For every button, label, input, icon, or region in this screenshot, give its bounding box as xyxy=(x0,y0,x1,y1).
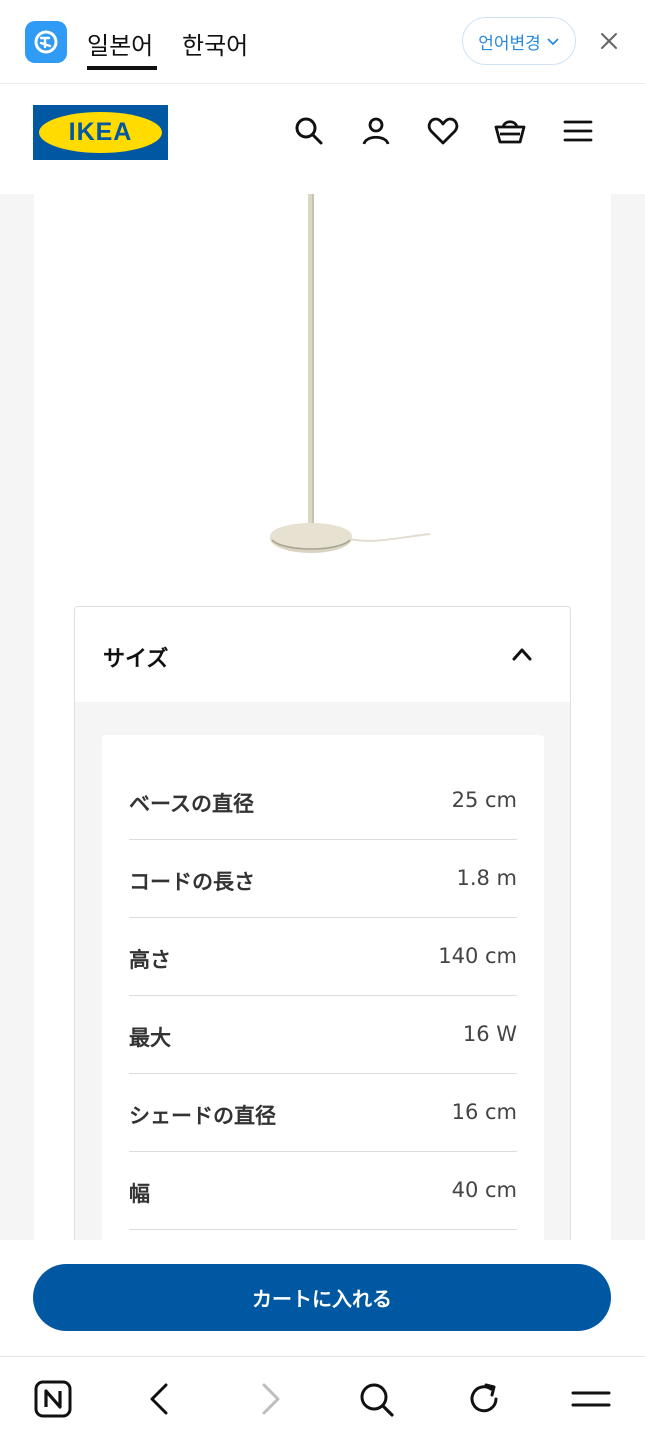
size-spec-card: ベースの直径 25 cm コードの長さ 1.8 m 高さ 140 cm 最大 1… xyxy=(102,735,544,1240)
spec-label: コードの長さ xyxy=(129,870,255,894)
size-section-title: サイズ xyxy=(103,647,169,672)
change-language-button[interactable]: 언어변경 xyxy=(462,17,576,65)
tab-korean[interactable]: 한국어 xyxy=(182,26,248,61)
page-gutter-left xyxy=(0,194,34,1240)
account-icon[interactable] xyxy=(360,115,392,147)
heart-icon[interactable] xyxy=(427,115,459,147)
spec-value: 25 cm xyxy=(451,788,517,812)
chevron-down-icon xyxy=(547,38,559,46)
naver-icon[interactable] xyxy=(33,1379,73,1419)
spec-row: 高さ 140 cm xyxy=(129,918,517,996)
cart-bar: カートに入れる xyxy=(0,1240,645,1356)
reload-icon[interactable] xyxy=(464,1379,504,1419)
translator-app-icon[interactable] xyxy=(25,21,67,63)
forward-icon xyxy=(262,1383,280,1415)
menu-icon[interactable] xyxy=(571,1379,611,1419)
size-accordion: サイズ ベースの直径 25 cm コードの長さ 1.8 m 高さ 140 cm … xyxy=(74,606,571,1240)
spec-row: 幅 40 cm xyxy=(129,1152,517,1230)
spec-value: 1.8 m xyxy=(456,866,517,890)
spec-label: 最大 xyxy=(129,1026,171,1050)
page-gutter-right xyxy=(611,194,645,1240)
site-header: IKEA xyxy=(0,84,645,194)
add-to-cart-button[interactable]: カートに入れる xyxy=(33,1264,611,1331)
search-icon[interactable] xyxy=(356,1379,396,1419)
menu-icon[interactable] xyxy=(562,115,594,147)
logo-text: IKEA xyxy=(68,118,133,146)
translate-bar: 일본어 한국어 언어변경 xyxy=(0,0,645,84)
spec-row: 最大 16 W xyxy=(129,996,517,1074)
spec-label: 高さ xyxy=(129,948,171,972)
spec-value: 16 cm xyxy=(451,1100,517,1124)
spec-value: 40 cm xyxy=(451,1178,517,1202)
close-icon[interactable] xyxy=(598,30,620,52)
search-icon[interactable] xyxy=(293,115,325,147)
spec-row: シェードの直径 16 cm xyxy=(129,1074,517,1152)
chevron-up-icon[interactable] xyxy=(511,645,533,663)
ikea-logo[interactable]: IKEA xyxy=(33,105,168,160)
spec-row: コードの長さ 1.8 m xyxy=(129,840,517,918)
size-accordion-header[interactable]: サイズ xyxy=(75,607,570,702)
spec-value: 140 cm xyxy=(438,944,517,968)
spec-value: 16 W xyxy=(462,1022,517,1046)
spec-row: ベースの直径 25 cm xyxy=(129,762,517,840)
back-icon[interactable] xyxy=(140,1379,180,1419)
tab-japanese[interactable]: 일본어 xyxy=(87,26,153,61)
spec-label: ベースの直径 xyxy=(129,792,254,816)
product-content: サイズ ベースの直径 25 cm コードの長さ 1.8 m 高さ 140 cm … xyxy=(34,194,611,1240)
spec-label: シェードの直径 xyxy=(129,1104,276,1128)
spec-label: 幅 xyxy=(129,1182,150,1206)
product-image[interactable] xyxy=(264,194,444,574)
change-language-label: 언어변경 xyxy=(478,33,541,54)
cart-icon[interactable] xyxy=(494,115,526,147)
active-tab-indicator xyxy=(87,66,157,70)
browser-nav-bar xyxy=(0,1356,645,1440)
